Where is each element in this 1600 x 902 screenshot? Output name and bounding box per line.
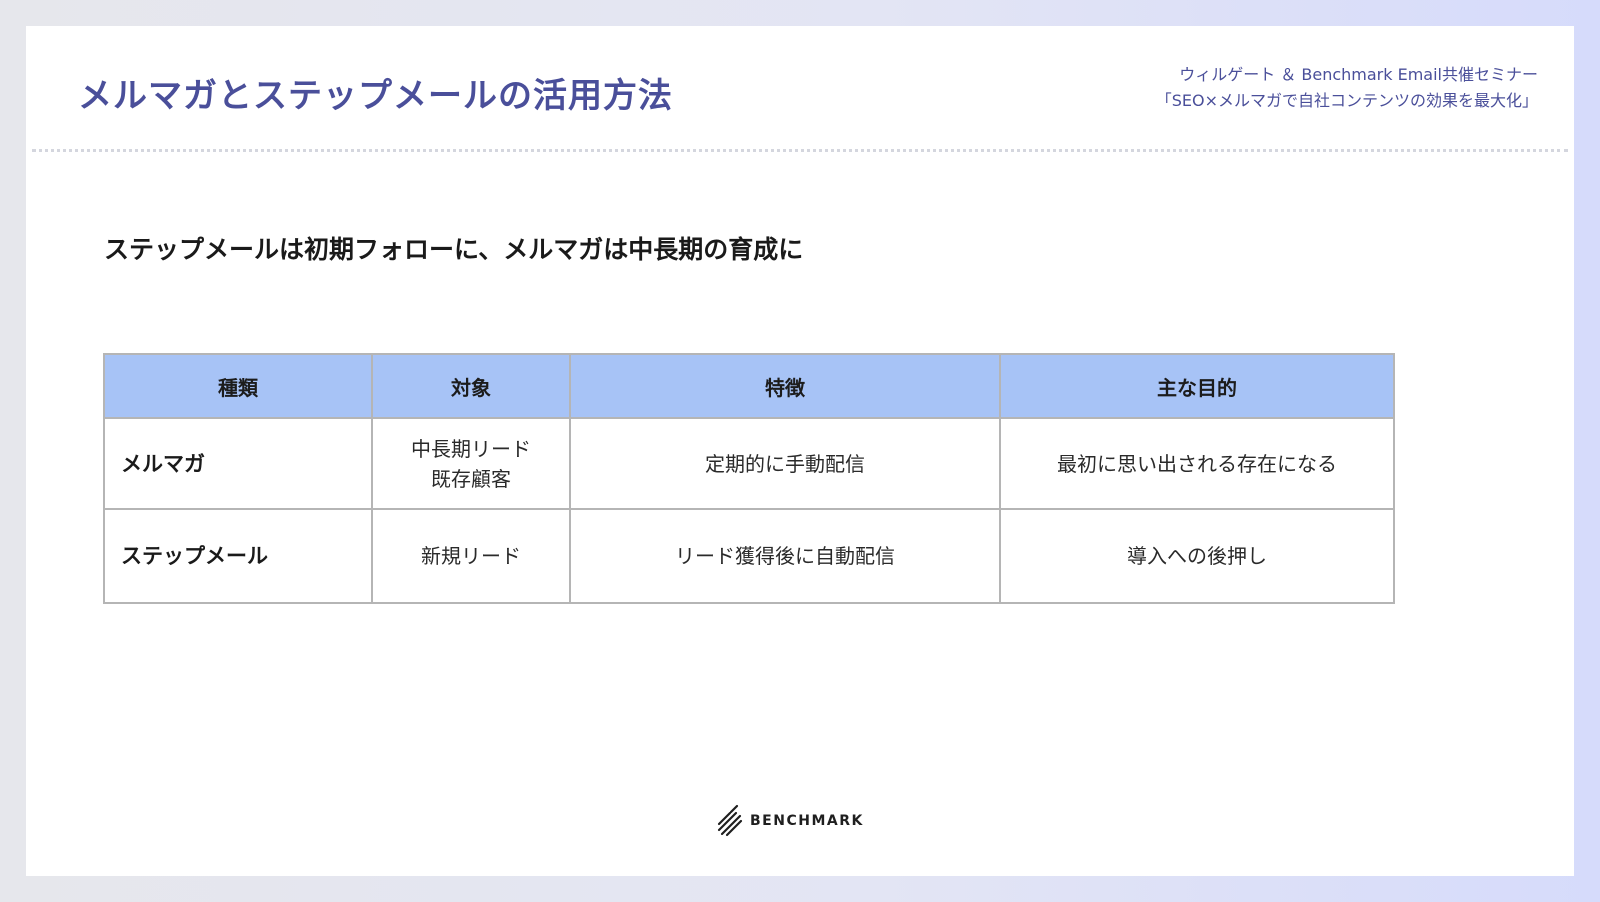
table-header-row: 種類 対象 特徴 主な目的: [103, 353, 1395, 419]
row-type: メルマガ: [103, 417, 373, 510]
row-target: 新規リード: [371, 508, 571, 604]
row-target-line: 中長期リード: [411, 436, 531, 461]
comparison-table: 種類 対象 特徴 主な目的 メルマガ 中長期リード 既存顧客 定期的に手動配信 …: [103, 353, 1395, 604]
header-target: 対象: [371, 353, 571, 419]
slide-subtitle: ステップメールは初期フォローに、メルマガは中長期の育成に: [104, 235, 804, 264]
header-feature: 特徴: [569, 353, 1001, 419]
row-target: 中長期リード 既存顧客: [371, 417, 571, 510]
table-row: ステップメール 新規リード リード獲得後に自動配信 導入への後押し: [103, 508, 1395, 604]
page-title: メルマガとステップメールの活用方法: [78, 76, 673, 116]
row-purpose: 導入への後押し: [999, 508, 1395, 604]
row-feature: 定期的に手動配信: [569, 417, 1001, 510]
row-target-line: 新規リード: [421, 544, 521, 568]
seminar-info: ウィルゲート ＆ Benchmark Email共催セミナー 「SEO×メルマガ…: [1156, 62, 1538, 114]
benchmark-logo-icon: [717, 804, 743, 837]
seminar-line-1: ウィルゲート ＆ Benchmark Email共催セミナー: [1179, 65, 1538, 84]
table-row: メルマガ 中長期リード 既存顧客 定期的に手動配信 最初に思い出される存在になる: [103, 417, 1395, 510]
row-purpose: 最初に思い出される存在になる: [999, 417, 1395, 510]
seminar-line-2: 「SEO×メルマガで自社コンテンツの効果を最大化」: [1155, 91, 1538, 110]
row-target-line: 既存顧客: [431, 466, 511, 491]
header-type: 種類: [103, 353, 373, 419]
slide: メルマガとステップメールの活用方法 ウィルゲート ＆ Benchmark Ema…: [26, 26, 1574, 876]
row-type: ステップメール: [103, 508, 373, 604]
row-feature: リード獲得後に自動配信: [569, 508, 1001, 604]
brand-name: BENCHMARK: [750, 813, 864, 829]
header-divider: [32, 149, 1568, 152]
brand-logo: BENCHMARK: [716, 804, 864, 838]
header-purpose: 主な目的: [999, 353, 1395, 419]
